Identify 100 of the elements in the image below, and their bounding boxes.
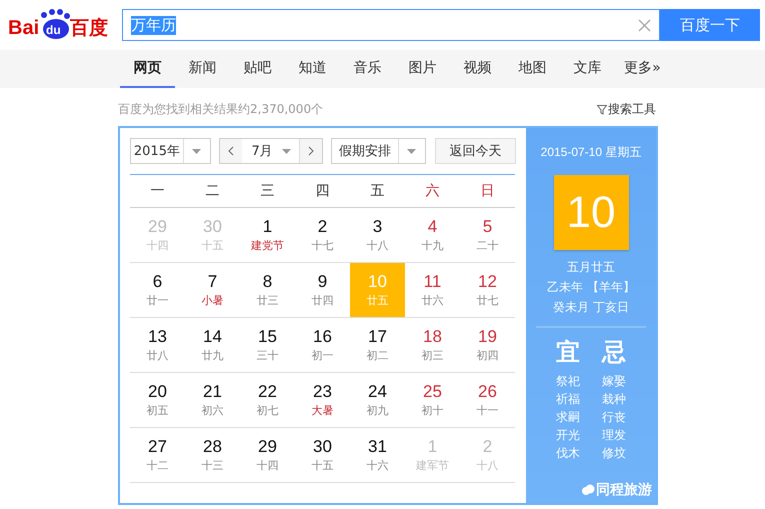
day-number: 17 [368,326,387,348]
lunar-date: 廿七 [476,293,498,309]
search-button[interactable]: 百度一下 [660,9,760,41]
day-cell[interactable]: 25 初十 [405,373,460,427]
lunar-date: 初六 [202,403,224,419]
bad-item: 行丧 [602,409,626,426]
day-cell[interactable]: 14 廿九 [185,318,240,372]
lunar-info: 癸未月 丁亥日 [553,299,629,316]
holiday-select[interactable]: 假期安排 [331,138,426,164]
lunar-date: 十二 [146,458,168,474]
lunar-date: 建党节 [251,238,284,254]
day-number: 12 [478,271,497,293]
day-cell[interactable]: 3 十八 [350,208,405,262]
search-tools-link[interactable]: 搜索工具 [597,101,656,118]
day-cell[interactable]: 12 廿七 [460,263,515,317]
filter-icon [597,104,607,114]
lunar-date: 十四 [146,238,168,254]
good-item: 祈福 [556,391,580,408]
lunar-date: 廿九 [202,348,224,364]
lunar-date: 廿八 [146,348,168,364]
nav-tab[interactable]: 新闻 [175,50,230,88]
day-number: 14 [203,326,222,348]
month-select[interactable]: 7月 [218,138,324,164]
day-number: 19 [478,326,497,348]
day-cell[interactable]: 9 廿四 [295,263,350,317]
day-cell[interactable]: 7 小暑 [185,263,240,317]
lunar-date: 初七 [256,403,278,419]
day-cell[interactable]: 11 廿六 [405,263,460,317]
day-number: 10 [368,271,387,293]
weekday-label: 五 [370,182,386,201]
day-number: 15 [258,326,277,348]
day-number: 25 [423,381,442,403]
lunar-date: 十五 [312,458,334,474]
lunar-date: 初十 [422,403,444,419]
lunar-date: 廿三 [256,293,278,309]
weekday-label: 六 [424,182,440,201]
day-cell[interactable]: 18 初三 [405,318,460,372]
day-cell[interactable]: 28 十三 [185,428,240,482]
bad-item: 修坟 [602,445,626,462]
weekday-label: 一 [150,182,166,201]
day-cell[interactable]: 1 建党节 [240,208,295,262]
nav-tab[interactable]: 音乐 [340,50,395,88]
day-cell[interactable]: 16 初一 [295,318,350,372]
lunar-date: 初一 [312,348,334,364]
day-cell[interactable]: 15 三十 [240,318,295,372]
day-number: 18 [423,326,442,348]
day-cell[interactable]: 13 廿八 [130,318,185,372]
lunar-date: 三十 [256,348,278,364]
lunar-date: 十九 [422,238,444,254]
day-number: 30 [313,436,332,458]
day-cell[interactable]: 27 十二 [130,428,185,482]
cloud-icon [581,484,595,496]
today-button[interactable]: 返回今天 [434,138,516,164]
chevron-left-icon[interactable] [228,146,234,156]
day-cell[interactable]: 8 廿三 [240,263,295,317]
bad-item: 嫁娶 [602,373,626,390]
day-number: 29 [148,216,167,238]
day-cell[interactable]: 2 十七 [295,208,350,262]
nav-tab[interactable]: 文库 [560,50,615,88]
lunar-date: 初五 [146,403,168,419]
bad-item: 栽种 [602,391,626,408]
nav-tab[interactable]: 图片 [395,50,450,88]
day-cell[interactable]: 23 大暑 [295,373,350,427]
day-cell[interactable]: 22 初七 [240,373,295,427]
day-cell[interactable]: 20 初五 [130,373,185,427]
good-item: 开光 [556,427,580,444]
lunar-date: 建军节 [416,458,449,474]
day-number: 20 [148,381,167,403]
lunar-date: 十七 [312,238,334,254]
day-cell[interactable]: 6 廿一 [130,263,185,317]
day-cell[interactable]: 26 十一 [460,373,515,427]
chevron-right-icon[interactable] [308,146,314,156]
nav-tab[interactable]: 视频 [450,50,505,88]
year-select[interactable]: 2015年 [130,138,211,164]
day-cell[interactable]: 31 十六 [350,428,405,482]
nav-tab[interactable]: 知道 [285,50,340,88]
nav-tab[interactable]: 贴吧 [230,50,285,88]
day-number: 16 [313,326,332,348]
nav-tab[interactable]: 地图 [505,50,560,88]
day-number: 8 [262,271,272,293]
nav-tab[interactable]: 更多» [615,50,670,88]
nav-tab[interactable]: 网页 [120,50,175,88]
day-cell[interactable]: 17 初二 [350,318,405,372]
day-cell[interactable]: 4 十九 [405,208,460,262]
day-cell[interactable]: 21 初六 [185,373,240,427]
day-cell[interactable]: 19 初四 [460,318,515,372]
caret-icon [282,148,292,154]
day-number: 28 [203,436,222,458]
day-cell[interactable]: 24 初九 [350,373,405,427]
day-number: 2 [318,216,328,238]
lunar-date: 初二 [366,348,388,364]
weekday-label: 四 [314,182,330,201]
day-cell[interactable]: 5 二十 [460,208,515,262]
lunar-date: 廿六 [422,293,444,309]
day-number: 27 [148,436,167,458]
day-number: 1 [262,216,272,238]
day-cell[interactable]: 30 十五 [295,428,350,482]
day-cell[interactable]: 29 十四 [240,428,295,482]
lunar-date: 十六 [366,458,388,474]
day-number: 29 [258,436,277,458]
